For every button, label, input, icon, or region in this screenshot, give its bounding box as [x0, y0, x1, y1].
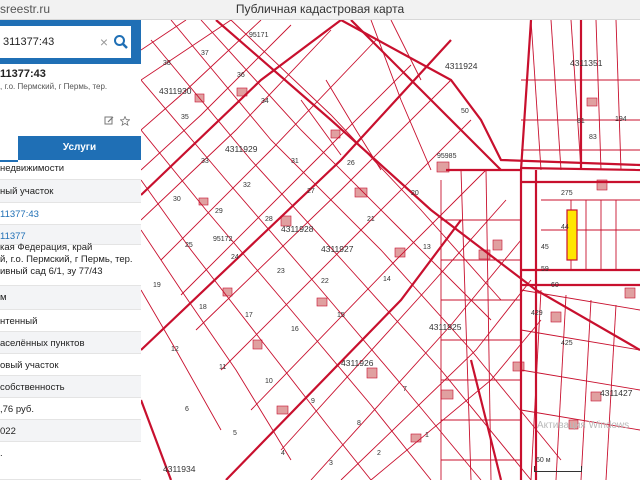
- plot-number: 26: [347, 160, 355, 167]
- plot-number: 4: [281, 450, 285, 457]
- window-titlebar: sreestr.ru Публичная кадастровая карта: [0, 0, 640, 20]
- plot-number: 23: [277, 268, 285, 275]
- plot-number: 8: [357, 420, 361, 427]
- plot-number: 21: [367, 216, 375, 223]
- quarter-label: 4311427: [600, 388, 633, 398]
- info-row: аселённых пунктов: [0, 332, 141, 354]
- plot-number: 33: [201, 158, 209, 165]
- plot-number: 14: [383, 276, 391, 283]
- plot-number: 17: [245, 312, 253, 319]
- plot-number: 50: [461, 108, 469, 115]
- quarter-label: 4311926: [341, 358, 374, 368]
- plot-number: 22: [321, 278, 329, 285]
- plot-number: 12: [171, 346, 179, 353]
- plot-number: 28: [265, 216, 273, 223]
- plot-number: 2: [377, 450, 381, 457]
- quarter-label: 4311928: [281, 224, 314, 234]
- clear-icon[interactable]: ×: [98, 34, 110, 50]
- scale-label: 60 м: [536, 457, 551, 464]
- info-row-link[interactable]: 11377:43: [0, 203, 141, 225]
- plot-number: 5: [233, 430, 237, 437]
- cadastral-map[interactable]: 4311930 4311929 4311928 4311927 4311926 …: [141, 20, 640, 480]
- info-panel: × 11377:43 , г.о. Пермский, г Пермь, тер…: [0, 20, 141, 480]
- plot-number: 25: [185, 242, 193, 249]
- plot-number: 429: [531, 310, 543, 317]
- plot-number: 13: [423, 244, 431, 251]
- plot-number: 425: [561, 340, 573, 347]
- plot-number: 6: [185, 406, 189, 413]
- quarter-boundaries: [141, 20, 640, 480]
- quarter-label: 4311925: [429, 322, 462, 332]
- info-row: ный участок: [0, 180, 141, 203]
- windows-watermark: Активация Windows: [537, 420, 630, 431]
- plot-number: 34: [261, 98, 269, 105]
- plot-number: 30: [173, 196, 181, 203]
- search-box: ×: [0, 26, 131, 58]
- plot-number: 7: [403, 386, 407, 393]
- plot-number: 10: [265, 378, 273, 385]
- plot-number: 16: [291, 326, 299, 333]
- highlighted-parcel[interactable]: [566, 209, 578, 261]
- plot-number: 31: [291, 158, 299, 165]
- info-row: м: [0, 286, 141, 310]
- plot-number: 32: [243, 182, 251, 189]
- parcel-boundaries: [141, 20, 640, 480]
- parcel-address: , г.о. Пермский, г Пермь, тер.: [0, 82, 108, 91]
- plot-number: 37: [201, 50, 209, 57]
- plot-number: 19: [153, 282, 161, 289]
- plot-number: 59: [541, 266, 549, 273]
- star-icon[interactable]: [120, 116, 130, 126]
- street-label: 95171: [249, 32, 269, 39]
- info-row: нтенный: [0, 310, 141, 332]
- plot-number: 60: [551, 282, 559, 289]
- plot-number: 44: [561, 224, 569, 231]
- info-row: овый участок: [0, 354, 141, 376]
- search-bar: ×: [0, 20, 141, 64]
- quarter-label: 4311927: [321, 244, 354, 254]
- quarter-label: 4311924: [445, 61, 478, 71]
- plot-number: 45: [541, 244, 549, 251]
- info-row: .: [0, 442, 141, 480]
- plot-number: 1: [425, 432, 429, 439]
- plot-number: 83: [589, 134, 597, 141]
- quarter-label: 4311934: [163, 464, 196, 474]
- parcel-number: 11377:43: [0, 68, 46, 80]
- quarter-label: 4311351: [570, 58, 603, 68]
- plot-number: 38: [163, 60, 171, 67]
- info-row: ,76 руб.: [0, 398, 141, 420]
- plot-number: 81: [577, 118, 585, 125]
- info-row: недвижимости: [0, 157, 141, 180]
- window-title: Публичная кадастровая карта: [235, 2, 405, 16]
- edit-icon[interactable]: [104, 116, 114, 126]
- plot-number: 24: [231, 254, 239, 261]
- plot-number: 3: [329, 460, 333, 467]
- quarter-label: 4311930: [159, 86, 192, 96]
- plot-number: 11: [219, 364, 227, 371]
- search-icon[interactable]: [113, 34, 129, 50]
- plot-number: 275: [561, 190, 573, 197]
- street-label: 95172: [213, 236, 233, 243]
- info-row: ивный сад 6/1, зу 77/43: [0, 266, 141, 286]
- plot-number: 35: [181, 114, 189, 121]
- plot-number: 27: [307, 188, 315, 195]
- quarter-label: 4311929: [225, 144, 258, 154]
- info-row: 022: [0, 420, 141, 442]
- plot-number: 20: [411, 190, 419, 197]
- scale-bar: [534, 466, 582, 472]
- plot-number: 18: [199, 304, 207, 311]
- building-footprints: [194, 87, 636, 443]
- search-input[interactable]: [3, 26, 93, 58]
- plot-number: 36: [237, 72, 245, 79]
- info-row: собственность: [0, 376, 141, 398]
- plot-number: 15: [337, 312, 345, 319]
- map-layer[interactable]: [141, 20, 640, 480]
- plot-number: 29: [215, 208, 223, 215]
- plot-number: 194: [615, 116, 627, 123]
- plot-number: 9: [311, 398, 315, 405]
- street-label: 95985: [437, 153, 457, 160]
